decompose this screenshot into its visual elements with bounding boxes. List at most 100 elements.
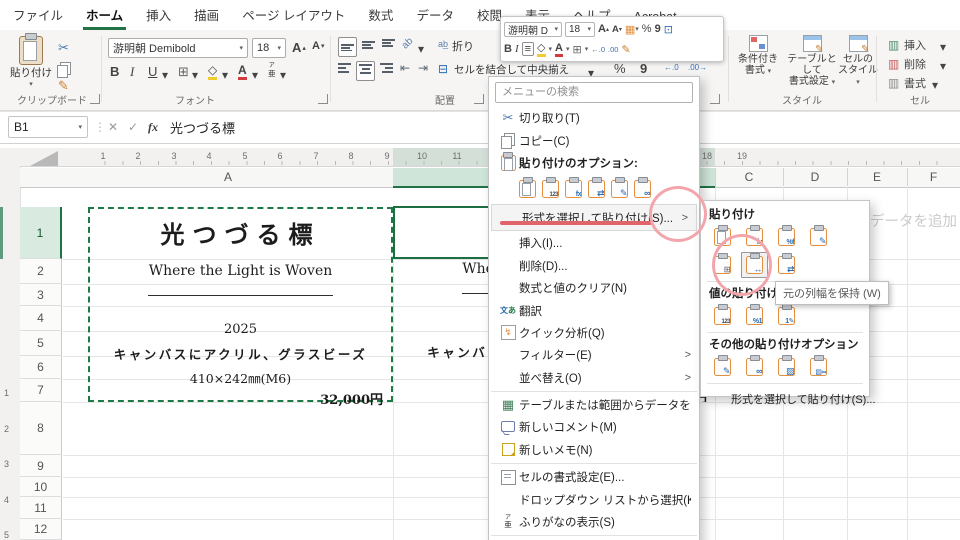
chevron-down-icon[interactable]: ▾	[418, 42, 424, 56]
paste-keep-source-formatting-icon[interactable]: ✎	[805, 224, 832, 250]
menu-item-pick-from-dropdown[interactable]: ドロップダウン リストから選択(K)...	[489, 488, 699, 510]
menu-item-show-phonetic[interactable]: ア亜 ふりがなの表示(S)	[489, 511, 699, 533]
paste-picture-icon[interactable]: ▨	[773, 354, 800, 380]
row-header-12[interactable]: 12	[20, 519, 62, 540]
menu-item-filter[interactable]: フィルター(E) >	[489, 344, 699, 366]
wrap-text-label[interactable]: 折り	[452, 38, 474, 54]
submenu-paste-special-item[interactable]: 形式を選択して貼り付け(S)...	[707, 387, 876, 410]
font-size-select[interactable]: 18 ▾	[252, 38, 286, 58]
mini-fill-color-button[interactable]: ◇	[537, 41, 546, 57]
insert-cells-label[interactable]: 挿入	[904, 37, 926, 53]
select-all-corner[interactable]	[30, 151, 58, 166]
menu-item-quick-analysis[interactable]: ↯ クイック分析(Q)	[489, 322, 699, 344]
clipboard-dialog-launcher-icon[interactable]	[90, 94, 100, 104]
insert-function-icon[interactable]: fx	[148, 116, 158, 138]
paste-option-values-icon[interactable]: 123	[542, 179, 559, 198]
artwork-title-cell[interactable]: 光つづる標	[90, 209, 391, 259]
mini-increase-decimal-button[interactable]: ←.0	[591, 45, 605, 54]
mini-bold-button[interactable]: B	[504, 43, 512, 55]
font-dialog-launcher-icon[interactable]	[318, 94, 328, 104]
mini-format-painter-button[interactable]: ✎	[621, 43, 630, 56]
middle-align-button[interactable]	[362, 39, 375, 53]
mini-merge-button[interactable]: ⊡	[664, 23, 673, 36]
tab-insert[interactable]: 挿入	[143, 5, 174, 30]
align-left-button[interactable]	[338, 63, 351, 77]
italic-button[interactable]: I	[130, 64, 134, 80]
paste-formulas-number-formatting-icon[interactable]: %f	[773, 224, 800, 250]
row-header-4[interactable]: 4	[20, 306, 62, 331]
alignment-dialog-launcher-icon[interactable]	[474, 94, 484, 104]
decrease-decimal-button[interactable]: .00→	[688, 63, 707, 72]
mini-shrink-font-button[interactable]: A ▾	[612, 24, 622, 35]
column-header-c[interactable]: C	[715, 168, 784, 186]
tab-home[interactable]: ホーム	[83, 5, 127, 30]
mini-borders-button[interactable]: ⊞	[573, 43, 582, 56]
menu-item-new-comment[interactable]: 新しいコメント(M)	[489, 416, 699, 438]
cancel-icon[interactable]: ✕	[108, 116, 118, 138]
chevron-down-icon[interactable]: ▾	[280, 68, 286, 82]
copy-button[interactable]	[57, 65, 68, 78]
mini-font-name-select[interactable]: 游明朝 D ▾	[504, 21, 562, 37]
row-header-7[interactable]: 7	[20, 379, 62, 402]
paste-option-link-icon[interactable]: ∞	[634, 179, 651, 198]
mini-align-center-button[interactable]: ≡	[521, 42, 535, 56]
mini-font-color-button[interactable]: A	[555, 42, 563, 57]
column-header-d[interactable]: D	[783, 168, 848, 186]
conditional-formatting-button[interactable]: 条件付き 書式 ▾	[736, 35, 780, 77]
insert-cells-icon[interactable]: ▥	[888, 38, 899, 52]
bottom-align-button[interactable]	[338, 37, 357, 57]
chevron-down-icon[interactable]: ▾	[222, 68, 228, 82]
chevron-down-icon[interactable]: ▾	[162, 68, 168, 82]
decrease-indent-button[interactable]: ⇤	[400, 61, 410, 75]
menu-item-sort[interactable]: 並べ替え(O) >	[489, 367, 699, 389]
percent-style-button[interactable]: %	[614, 61, 626, 76]
chevron-down-icon[interactable]: ▾	[932, 78, 938, 92]
tab-page-layout[interactable]: ページ レイアウト	[239, 5, 348, 30]
paste-option-formatting-icon[interactable]: ✎	[611, 179, 628, 198]
mini-font-size-select[interactable]: 18 ▾	[565, 21, 595, 37]
menu-item-copy[interactable]: コピー(C)	[489, 129, 699, 151]
row-header-10[interactable]: 10	[20, 477, 62, 497]
mini-italic-button[interactable]: I	[515, 43, 519, 55]
paste-values-icon[interactable]: 123	[709, 303, 736, 329]
paste-transpose-icon[interactable]: ⇄	[773, 252, 800, 278]
grow-font-button[interactable]: A ▴	[292, 40, 306, 55]
align-right-button[interactable]	[380, 63, 393, 77]
increase-indent-button[interactable]: ⇥	[418, 61, 428, 75]
format-as-table-button[interactable]: ✎ テーブルとして 書式設定 ▾	[784, 35, 840, 88]
merge-center-label[interactable]: セルを結合して中央揃え	[454, 62, 569, 77]
chevron-down-icon[interactable]: ▾	[940, 59, 946, 73]
artwork-medium-cell[interactable]: キャンバスにアクリル、グラスビーズ	[90, 342, 391, 367]
orientation-button[interactable]: ab	[400, 36, 416, 52]
delete-cells-label[interactable]: 削除	[904, 56, 926, 72]
mini-comma-style-button[interactable]: 9	[655, 23, 661, 35]
paste-option-transpose-icon[interactable]: ⇄	[588, 179, 605, 198]
mini-format-painter-icon[interactable]: ▦ ▾	[625, 23, 639, 36]
tab-formulas[interactable]: 数式	[365, 5, 396, 30]
chevron-down-icon[interactable]: ▾	[192, 68, 198, 82]
column-header-e[interactable]: E	[847, 168, 908, 186]
phonetic-guide-button[interactable]: ア亜	[268, 63, 276, 78]
menu-search-input[interactable]: メニューの検索	[495, 82, 693, 103]
tab-data[interactable]: データ	[413, 5, 457, 30]
menu-item-insert[interactable]: 挿入(I)...	[489, 232, 699, 254]
artwork-subtitle-cell[interactable]: Where the Light is Woven	[90, 259, 391, 284]
align-center-button[interactable]	[356, 61, 375, 81]
formula-input[interactable]: 光つづる標	[170, 116, 235, 138]
merge-center-icon[interactable]: ⊟	[438, 62, 448, 76]
menu-item-cut[interactable]: ✂ 切り取り(T)	[489, 107, 699, 129]
chevron-down-icon[interactable]: ▾	[252, 68, 258, 82]
menu-item-translate[interactable]: 文あ 翻訳	[489, 299, 699, 321]
menu-item-new-note[interactable]: 新しいメモ(N)	[489, 439, 699, 461]
cell-styles-button[interactable]: ✎ セルの スタイル ▾	[838, 35, 878, 88]
chevron-down-icon[interactable]: ▾	[940, 40, 946, 54]
tab-draw[interactable]: 描画	[191, 5, 222, 30]
delete-cells-icon[interactable]: ▥	[888, 57, 899, 71]
row-header-11[interactable]: 11	[20, 497, 62, 519]
paste-button[interactable]: 貼り付け ▾	[10, 36, 52, 88]
artwork-dimensions-cell[interactable]: 410×242㎜(M6)	[90, 367, 391, 390]
artwork-price-cell[interactable]: 32,000円	[90, 390, 391, 411]
name-box[interactable]: B1 ▾	[8, 116, 88, 138]
increase-decimal-button[interactable]: ←.0	[664, 63, 679, 72]
paste-option-paste-icon[interactable]	[519, 179, 536, 198]
